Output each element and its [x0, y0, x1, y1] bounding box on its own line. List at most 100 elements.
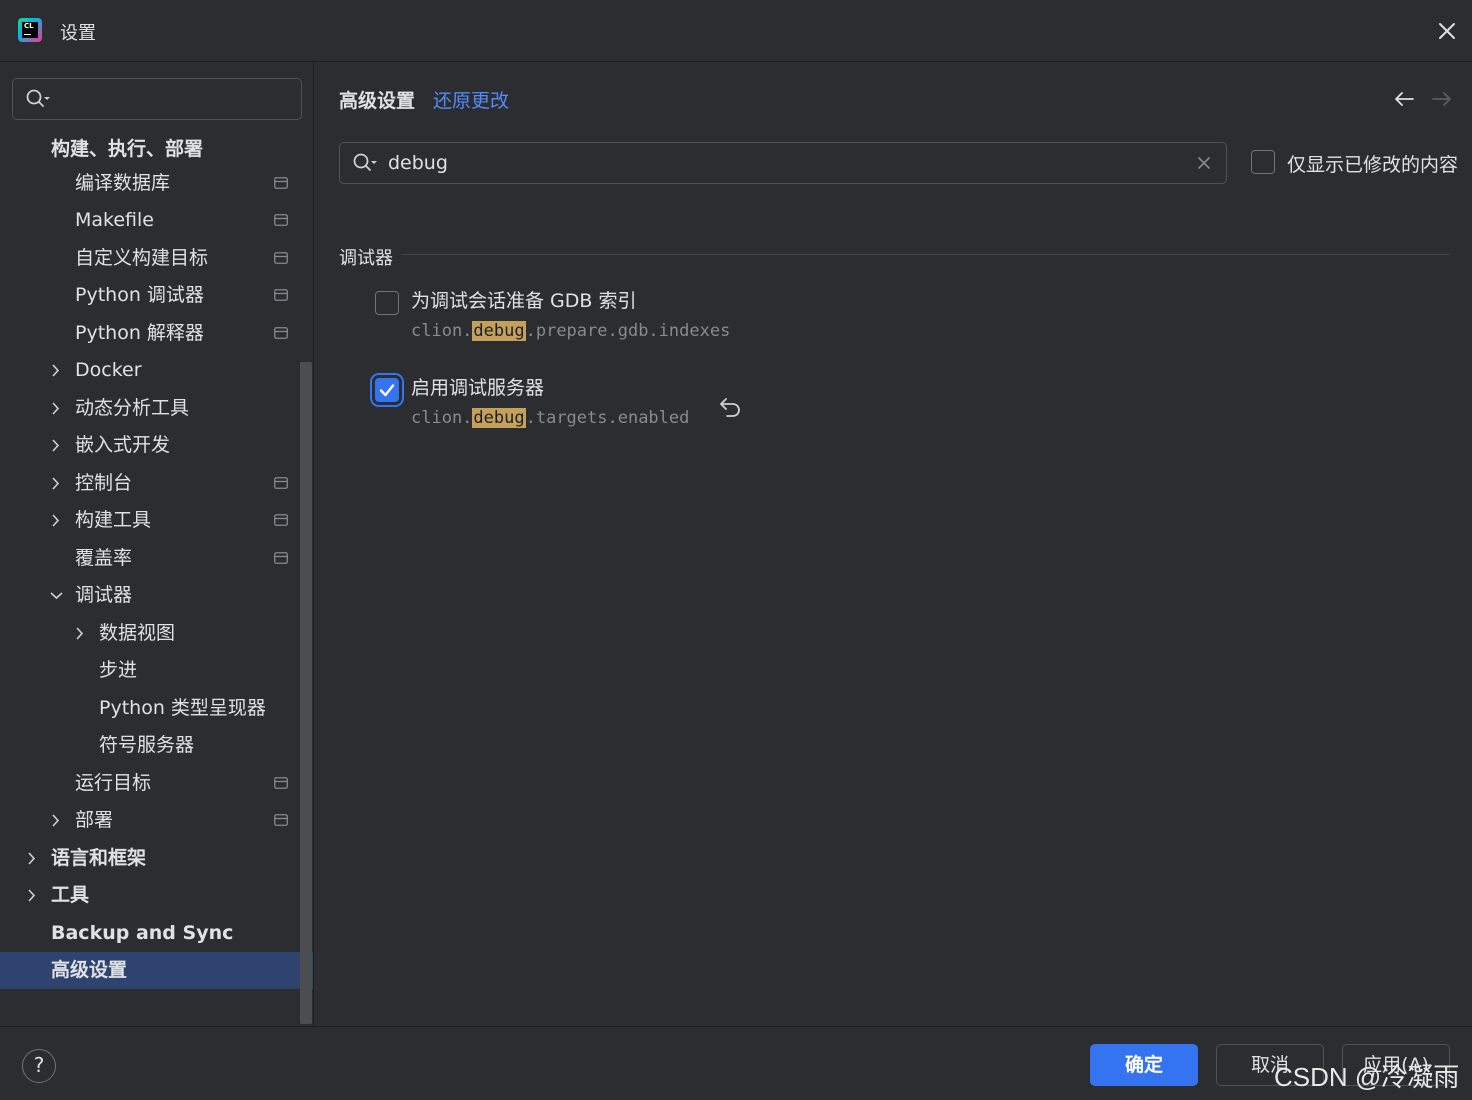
sidebar-item-console[interactable]: 控制台: [0, 465, 300, 502]
sidebar-item-python-type-renderers[interactable]: Python 类型呈现器: [0, 690, 300, 727]
settings-sidebar: 构建、执行、部署 编译数据库 Makefile 自定义构建目标 Python 调…: [0, 62, 314, 1026]
logo-text: CL: [22, 22, 38, 38]
sidebar-item-label: 控制台: [75, 472, 133, 494]
section-divider: [401, 254, 1449, 255]
sidebar-item-label: Backup and Sync: [51, 922, 234, 944]
chevron-right-icon[interactable]: [48, 502, 64, 539]
sidebar-item-label: 构建、执行、部署: [51, 138, 204, 160]
project-level-icon: [274, 252, 288, 264]
project-level-icon: [274, 177, 288, 189]
sidebar-item-deployment[interactable]: 部署: [0, 802, 300, 839]
sidebar-item-dynamic-analysis-tools[interactable]: 动态分析工具: [0, 390, 300, 427]
sidebar-item-label: 符号服务器: [99, 734, 195, 756]
ok-button[interactable]: 确定: [1090, 1044, 1198, 1086]
sidebar-item-label: 高级设置: [51, 959, 128, 981]
sidebar-item-label: Makefile: [75, 209, 154, 231]
sidebar-item-label: 数据视图: [99, 622, 176, 644]
sidebar-item-compilation-database[interactable]: 编译数据库: [0, 165, 300, 202]
checkmark-icon: [379, 384, 395, 397]
sidebar-item-languages-frameworks[interactable]: 语言和框架: [0, 840, 300, 877]
prepare-gdb-indexes-checkbox[interactable]: [375, 291, 399, 315]
chevron-right-icon[interactable]: [24, 877, 40, 914]
watermark: CSDN @冷凝雨: [1274, 1062, 1460, 1092]
chevron-right-icon[interactable]: [48, 427, 64, 464]
sidebar-item-custom-build-targets[interactable]: 自定义构建目标: [0, 240, 300, 277]
settings-filter-input[interactable]: [388, 149, 1178, 177]
sidebar-scrollbar[interactable]: [300, 362, 312, 1024]
option-label: 为调试会话准备 GDB 索引: [411, 290, 637, 312]
settings-content: 高级设置 还原更改 仅显示已修改的内容 调试器 为调试会话准备 GDB 索引 c…: [315, 62, 1472, 1026]
project-level-icon: [274, 814, 288, 826]
title-bar: CL 设置: [0, 0, 1472, 62]
sidebar-item-backup-and-sync[interactable]: Backup and Sync: [0, 915, 300, 952]
sidebar-item-label: Docker: [75, 359, 142, 381]
project-level-icon: [274, 777, 288, 789]
chevron-right-icon[interactable]: [48, 802, 64, 839]
chevron-right-icon[interactable]: [72, 615, 88, 652]
search-match-highlight: debug: [472, 408, 526, 428]
help-button[interactable]: ?: [22, 1049, 56, 1083]
option-label: 启用调试服务器: [411, 377, 545, 399]
chevron-right-icon[interactable]: [48, 352, 64, 389]
sidebar-search-input[interactable]: [12, 78, 302, 120]
sidebar-item-symbol-servers[interactable]: 符号服务器: [0, 727, 300, 764]
sidebar-item-label: 编译数据库: [75, 172, 171, 194]
sidebar-item-docker[interactable]: Docker: [0, 352, 300, 389]
sidebar-item-makefile[interactable]: Makefile: [0, 202, 300, 239]
sidebar-item-python-interpreter[interactable]: Python 解释器: [0, 315, 300, 352]
sidebar-item-coverage[interactable]: 覆盖率: [0, 540, 300, 577]
enable-debug-server-checkbox[interactable]: [375, 378, 399, 402]
sidebar-item-label: 覆盖率: [75, 547, 133, 569]
clear-icon[interactable]: [1196, 155, 1212, 171]
sidebar-item-run-targets[interactable]: 运行目标: [0, 765, 300, 802]
sidebar-item-label: 步进: [99, 659, 138, 681]
sidebar-item-label: Python 类型呈现器: [99, 697, 266, 719]
sidebar-item-build-execution-deployment[interactable]: 构建、执行、部署: [0, 131, 300, 168]
close-icon[interactable]: [1434, 18, 1460, 44]
chevron-right-icon[interactable]: [48, 465, 64, 502]
sidebar-item-stepping[interactable]: 步进: [0, 652, 300, 689]
arrow-right-icon[interactable]: [1431, 90, 1453, 108]
sidebar-item-python-debugger[interactable]: Python 调试器: [0, 277, 300, 314]
sidebar-item-label: Python 调试器: [75, 284, 204, 306]
sidebar-item-label: 工具: [51, 884, 90, 906]
project-level-icon: [274, 214, 288, 226]
sidebar-item-label: 部署: [75, 809, 114, 831]
sidebar-item-label: 运行目标: [75, 772, 152, 794]
sidebar-item-label: 自定义构建目标: [75, 247, 209, 269]
sidebar-item-tools[interactable]: 工具: [0, 877, 300, 914]
page-title: 高级设置: [339, 90, 416, 112]
window-title: 设置: [60, 23, 96, 44]
sidebar-item-label: Python 解释器: [75, 322, 204, 344]
search-icon: [353, 153, 377, 171]
option-key: clion.debug.prepare.gdb.indexes: [411, 321, 731, 341]
settings-filter-field[interactable]: [339, 142, 1227, 184]
project-level-icon: [274, 477, 288, 489]
sidebar-item-debugger[interactable]: 调试器: [0, 577, 300, 614]
project-level-icon: [274, 514, 288, 526]
sidebar-item-label: 调试器: [75, 584, 133, 606]
revert-icon[interactable]: [719, 396, 743, 418]
sidebar-item-label: 构建工具: [75, 509, 152, 531]
project-level-icon: [274, 327, 288, 339]
chevron-right-icon[interactable]: [48, 390, 64, 427]
chevron-right-icon[interactable]: [24, 840, 40, 877]
sidebar-item-label: 语言和框架: [51, 847, 147, 869]
clion-logo-icon: CL: [18, 18, 42, 42]
dialog-footer: ? 确定 取消 应用(A) CSDN @冷凝雨: [0, 1026, 1472, 1100]
sidebar-item-label: 嵌入式开发: [75, 434, 171, 456]
show-modified-only-checkbox[interactable]: [1251, 150, 1275, 174]
search-icon: [26, 89, 50, 107]
search-match-highlight: debug: [472, 321, 526, 341]
sidebar-item-data-views[interactable]: 数据视图: [0, 615, 300, 652]
arrow-left-icon[interactable]: [1393, 90, 1415, 108]
project-level-icon: [274, 289, 288, 301]
sidebar-item-advanced-settings[interactable]: 高级设置: [0, 952, 313, 989]
option-key: clion.debug.targets.enabled: [411, 408, 690, 428]
sidebar-item-embedded-development[interactable]: 嵌入式开发: [0, 427, 300, 464]
section-title-debugger: 调试器: [339, 248, 393, 269]
project-level-icon: [274, 552, 288, 564]
reset-changes-link[interactable]: 还原更改: [433, 86, 509, 113]
chevron-down-icon[interactable]: [48, 577, 64, 614]
sidebar-item-build-tools[interactable]: 构建工具: [0, 502, 300, 539]
